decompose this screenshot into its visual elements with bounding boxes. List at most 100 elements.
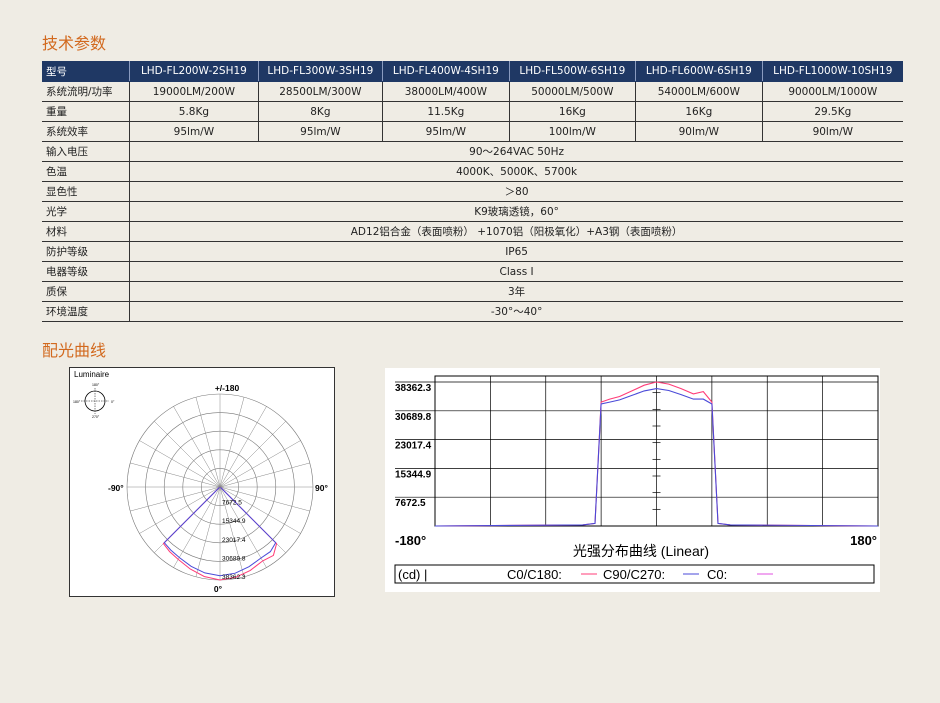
linear-y-tick-labels: 38362.3 30689.8 23017.4 15344.9 7672.5 bbox=[395, 383, 432, 509]
spec-cell: 95lm/W bbox=[257, 121, 383, 142]
spec-row-label: 色温 bbox=[42, 161, 130, 182]
spec-cell: 16Kg bbox=[635, 101, 763, 122]
spec-row: 色温 4000K、5000K、5700k bbox=[42, 161, 903, 182]
spec-header-model: LHD-FL300W-3SH19 bbox=[257, 61, 383, 82]
spec-section-title: 技术参数 bbox=[42, 34, 107, 53]
polar-spoke bbox=[195, 486, 221, 577]
linear-svg: 38362.3 30689.8 23017.4 15344.9 7672.5 -180°… bbox=[394, 375, 879, 584]
polar-spoke bbox=[219, 397, 245, 488]
polar-svg: Luminaire 180° 180° 0° 270° +/-180 -90° … bbox=[73, 370, 328, 594]
polar-spoke bbox=[219, 440, 301, 488]
luminaire-icon: 180° 180° 0° 270° bbox=[73, 383, 115, 419]
y-tick-label: 30689.8 bbox=[395, 412, 432, 423]
polar-ring-label: 38362.3 bbox=[222, 574, 246, 581]
polar-spoke bbox=[154, 421, 221, 488]
polar-ring-label: 30689.8 bbox=[222, 555, 246, 562]
spec-cell: 90000LM/1000W bbox=[761, 81, 903, 102]
spec-header-model: LHD-FL400W-4SH19 bbox=[382, 61, 510, 82]
svg-text:0°: 0° bbox=[111, 400, 115, 404]
spec-header-row: 型号 LHD-FL200W-2SH19 LHD-FL300W-3SH19 LHD-FL… bbox=[42, 61, 903, 82]
spec-cell: 19000LM/200W bbox=[129, 81, 259, 102]
spec-cell: Class I bbox=[129, 261, 903, 282]
spec-header-model: LHD-FL600W-6SH19 bbox=[635, 61, 763, 82]
spec-cell: 28500LM/300W bbox=[257, 81, 383, 102]
spec-row-label: 电器等级 bbox=[42, 261, 130, 282]
polar-spoke bbox=[173, 406, 221, 488]
spec-row: 防护等级 IP65 bbox=[42, 241, 903, 262]
spec-cell: 16Kg bbox=[508, 101, 636, 122]
legend-entry: C0: bbox=[707, 567, 727, 582]
spec-row: 输入电压 90～264VAC 50Hz bbox=[42, 141, 903, 162]
spec-cell: 5.8Kg bbox=[129, 101, 259, 122]
spec-row-label: 光学 bbox=[42, 201, 130, 222]
spec-cell: 11.5Kg bbox=[382, 101, 510, 122]
legend-entry: C0/C180: bbox=[507, 567, 562, 582]
y-tick-label: 15344.9 bbox=[395, 469, 432, 480]
spec-cell: 90lm/W bbox=[635, 121, 763, 142]
spec-row: 质保 3年 bbox=[42, 281, 903, 302]
polar-grid bbox=[126, 393, 314, 581]
spec-header-model: LHD-FL200W-2SH19 bbox=[129, 61, 259, 82]
spec-cell: 100lm/W bbox=[508, 121, 636, 142]
spec-header-model: LHD-FL500W-6SH19 bbox=[508, 61, 636, 82]
spec-row-label: 材料 bbox=[42, 221, 130, 242]
polar-left-label: -90° bbox=[108, 483, 124, 493]
spec-row-label: 质保 bbox=[42, 281, 130, 302]
polar-ring-labels: 7672.5 15344.9 23017.4 30689.8 38362.3 bbox=[222, 500, 246, 581]
linear-chart: 38362.3 30689.8 23017.4 15344.9 7672.5 -180°… bbox=[385, 368, 880, 592]
spec-row-label: 防护等级 bbox=[42, 241, 130, 262]
polar-spoke bbox=[195, 397, 221, 488]
polar-top-label: +/-180 bbox=[215, 383, 240, 393]
curve-section-title: 配光曲线 bbox=[42, 341, 107, 360]
polar-spoke bbox=[219, 406, 267, 488]
spec-row: 系统效率 95lm/W 95lm/W 95lm/W 100lm/W 90lm/W 90lm/… bbox=[42, 121, 903, 142]
spec-cell: 8Kg bbox=[257, 101, 383, 122]
spec-cell: IP65 bbox=[129, 241, 903, 262]
spec-cell: 90lm/W bbox=[761, 121, 903, 142]
spec-table: 型号 LHD-FL200W-2SH19 LHD-FL300W-3SH19 LHD-FL… bbox=[42, 61, 903, 322]
spec-cell: 4000K、5000K、5700k bbox=[129, 161, 903, 182]
spec-cell: 95lm/W bbox=[382, 121, 510, 142]
spec-header-label: 型号 bbox=[42, 61, 130, 82]
y-tick-label: 38362.3 bbox=[395, 383, 432, 394]
spec-row: 重量 5.8Kg 8Kg 11.5Kg 16Kg 16Kg 29.5Kg bbox=[42, 101, 903, 122]
luminaire-label: Luminaire bbox=[74, 370, 110, 379]
spec-cell: 95lm/W bbox=[129, 121, 259, 142]
polar-ring-label: 7672.5 bbox=[222, 500, 242, 507]
polar-spoke bbox=[173, 486, 221, 568]
spec-row: 系统流明/功率 19000LM/200W 28500LM/300W 38000LM/4… bbox=[42, 81, 903, 102]
polar-spoke bbox=[139, 440, 221, 488]
spec-header-model: LHD-FL1000W-10SH19 bbox=[761, 61, 903, 82]
spec-row: 显色性 ＞80 bbox=[42, 181, 903, 202]
legend-unit: (cd) | bbox=[398, 567, 427, 582]
spec-row-label: 显色性 bbox=[42, 181, 130, 202]
spec-cell: 54000LM/600W bbox=[635, 81, 763, 102]
spec-cell: AD12铝合金（表面喷粉） +1070铝（阳极氧化）+A3钢（表面喷粉） bbox=[129, 221, 903, 242]
y-tick-label: 23017.4 bbox=[395, 441, 432, 452]
spec-row-label: 输入电压 bbox=[42, 141, 130, 162]
polar-ring-label: 23017.4 bbox=[222, 537, 246, 544]
polar-bottom-label: 0° bbox=[214, 584, 223, 594]
x-max-label: 180° bbox=[850, 533, 877, 548]
spec-row-label: 重量 bbox=[42, 101, 130, 122]
legend-entry: C90/C270: bbox=[603, 567, 665, 582]
x-min-label: -180° bbox=[395, 533, 426, 548]
spec-cell: 50000LM/500W bbox=[508, 81, 636, 102]
chart-title: 光强分布曲线 (Linear) bbox=[573, 543, 709, 559]
polar-right-label: 90° bbox=[315, 483, 328, 493]
spec-cell: ＞80 bbox=[129, 181, 903, 202]
spec-cell: 29.5Kg bbox=[761, 101, 903, 122]
svg-text:270°: 270° bbox=[92, 415, 100, 419]
spec-row: 环境温度 -30°～40° bbox=[42, 301, 903, 322]
y-tick-label: 7672.5 bbox=[395, 498, 426, 509]
spec-cell: 90～264VAC 50Hz bbox=[129, 141, 903, 162]
spec-row: 光学 K9玻璃透镜，60° bbox=[42, 201, 903, 222]
linear-grid bbox=[395, 375, 879, 527]
spec-row-label: 环境温度 bbox=[42, 301, 130, 322]
polar-spoke bbox=[130, 462, 221, 488]
polar-spoke bbox=[219, 462, 310, 488]
spec-cell: -30°～40° bbox=[129, 301, 903, 322]
polar-diagram: Luminaire 180° 180° 0° 270° +/-180 -90° … bbox=[69, 367, 335, 597]
spec-cell: K9玻璃透镜，60° bbox=[129, 201, 903, 222]
spec-cell: 3年 bbox=[129, 281, 903, 302]
